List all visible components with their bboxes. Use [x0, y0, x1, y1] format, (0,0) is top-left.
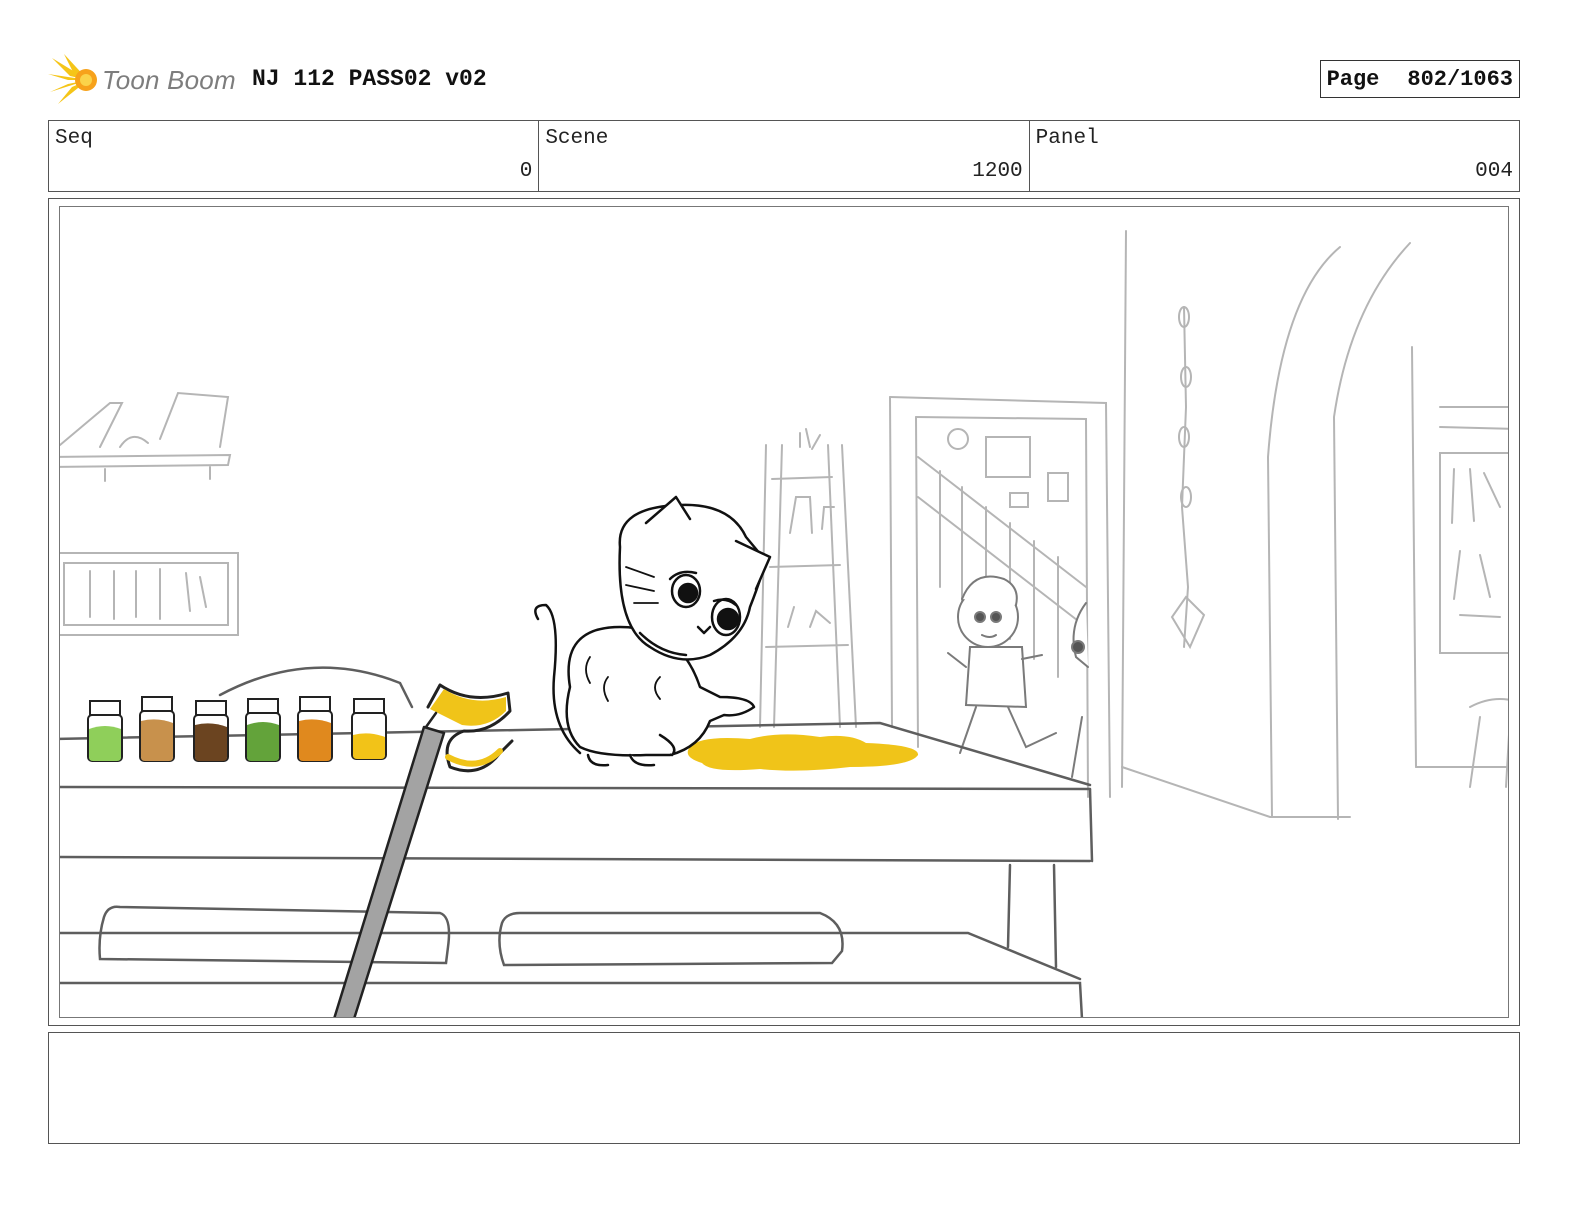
seq-label: Seq: [55, 127, 93, 150]
page-number: 802/1063: [1407, 66, 1513, 92]
kids-sketch: [947, 575, 1089, 778]
spice-jar: [245, 698, 281, 762]
spice-jar: [87, 700, 123, 762]
scene-label: Scene: [545, 127, 609, 150]
storyboard-drawing: [59, 206, 1509, 1018]
page-header: Toon Boom NJ 112 PASS02 v02 Page 802/106…: [48, 52, 1520, 108]
logo: Toon Boom: [48, 52, 236, 108]
yellow-spill: [687, 734, 919, 771]
caption-box: [48, 1032, 1520, 1144]
spice-jars: [87, 696, 387, 762]
seq-value: 0: [519, 160, 533, 183]
panel-label: Panel: [1035, 127, 1099, 150]
toon-boom-star-icon: [48, 54, 97, 104]
panel-value: 004: [1475, 160, 1513, 183]
page-label: Page: [1326, 66, 1380, 92]
project-title: NJ 112 PASS02 v02: [252, 66, 487, 92]
storyboard-panel-frame: [48, 198, 1520, 1026]
spice-jar: [351, 698, 387, 760]
spice-jar: [139, 696, 175, 762]
storyboard-sketch: [60, 230, 1508, 1017]
scene-value: 1200: [972, 160, 1023, 183]
spice-jar: [193, 700, 229, 762]
scene-info-row: Seq 0 Scene 1200 Panel 004: [48, 120, 1520, 192]
panel-cell: Panel 004: [1030, 121, 1519, 191]
spice-jar: [297, 696, 333, 762]
scene-cell: Scene 1200: [539, 121, 1030, 191]
logo-text: Toon Boom: [102, 64, 236, 95]
page-indicator: Page 802/1063: [1319, 60, 1520, 98]
seq-cell: Seq 0: [49, 121, 540, 191]
